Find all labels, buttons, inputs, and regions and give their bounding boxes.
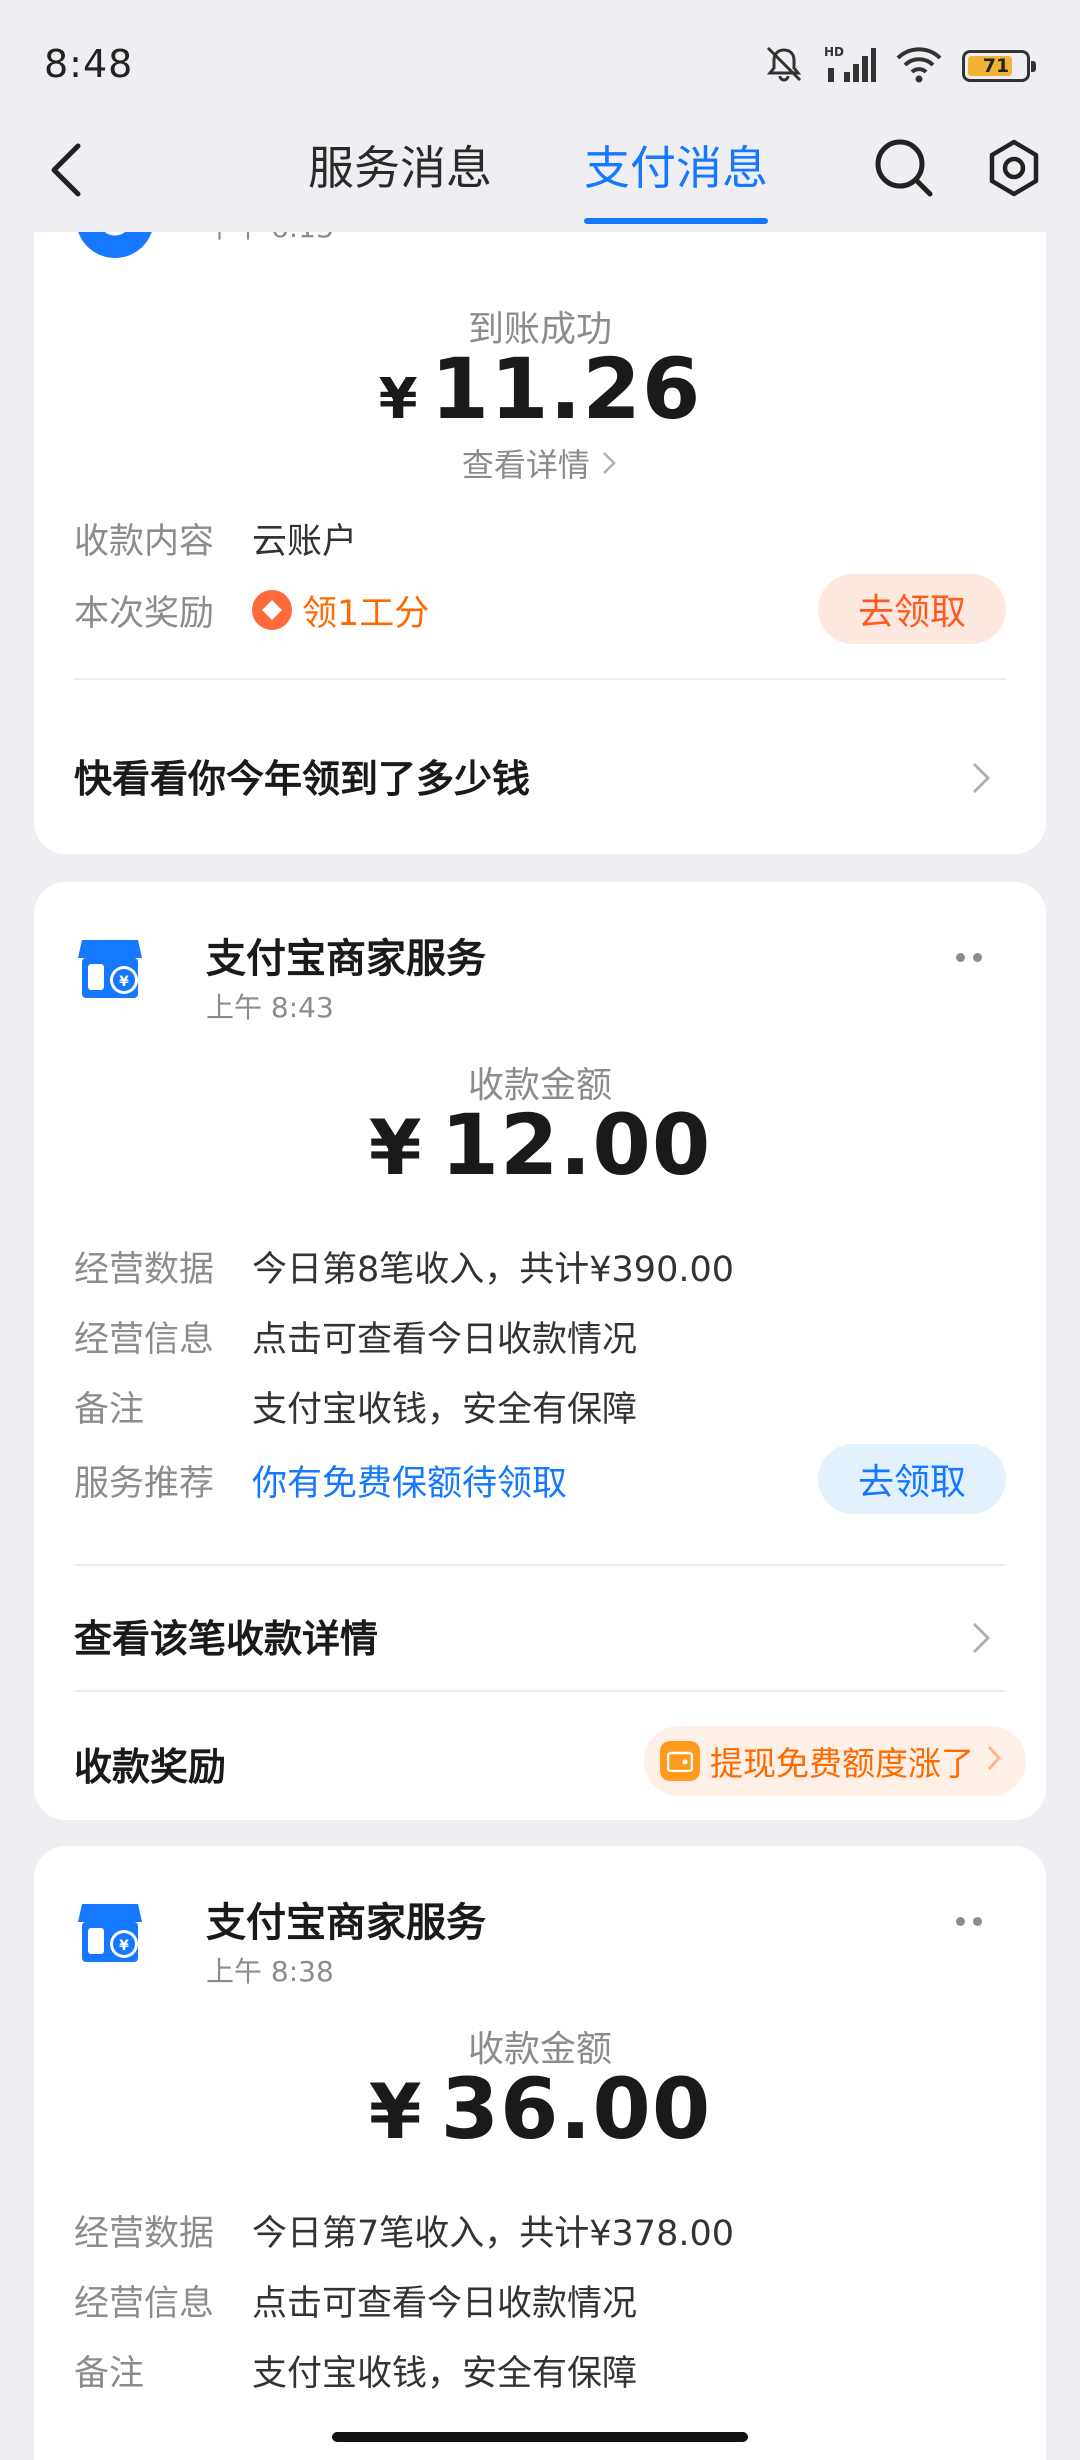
- row-label: 经营信息: [74, 2283, 215, 2324]
- row-label: 服务推荐: [74, 1463, 215, 1504]
- divider: [74, 1690, 1006, 1692]
- gear-icon[interactable]: [978, 128, 1050, 208]
- merchant-logo-icon: [74, 232, 152, 258]
- chevron-right-icon: [600, 446, 618, 484]
- info-row: 收款内容 云账户: [74, 510, 1006, 566]
- row-value: 支付宝收钱，安全有保障: [252, 1389, 638, 1430]
- amount-value: ¥36.00: [34, 2060, 1046, 2158]
- row-value: 点击可查看今日收款情况: [252, 2283, 638, 2324]
- message-time: 下午 6:13: [206, 232, 334, 246]
- row-value: 今日第8笔收入，共计¥390.00: [252, 1249, 735, 1290]
- receipt-detail-link[interactable]: 查看该笔收款详情: [74, 1600, 1006, 1670]
- info-row: 经营数据 今日第7笔收入，共计¥378.00: [74, 2202, 1006, 2258]
- chevron-right-icon: [966, 758, 996, 798]
- row-value: 支付宝收钱，安全有保障: [252, 2353, 638, 2394]
- row-value: 今日第7笔收入，共计¥378.00: [252, 2213, 735, 2254]
- link-label: 快看看你今年领到了多少钱: [74, 756, 531, 801]
- recommendation-link[interactable]: 你有免费保额待领取: [252, 1455, 567, 1506]
- row-label: 备注: [74, 2353, 145, 2394]
- message-card-payment-received[interactable]: 下午 6:13 到账成功 ¥11.26 查看详情 收款内容 云账户 本次奖励 领…: [34, 232, 1046, 854]
- amount-number: 12.00: [440, 1096, 712, 1194]
- amount-number: 11.26: [430, 340, 702, 438]
- claim-button[interactable]: 去领取: [817, 574, 1006, 644]
- row-label: 收款内容: [74, 521, 215, 562]
- divider: [74, 1564, 1006, 1566]
- row-label: 经营信息: [74, 1319, 215, 1360]
- battery-icon: 71: [962, 50, 1036, 82]
- info-row[interactable]: 经营信息 点击可查看今日收款情况: [74, 2272, 1006, 2328]
- reward-promo-text: 提现免费额度涨了: [710, 1744, 974, 1783]
- nav-bar: 服务消息 支付消息: [0, 120, 1080, 230]
- message-time: 上午 8:38: [206, 1955, 334, 1988]
- status-bar: 8:48 HD 71: [0, 0, 1080, 120]
- info-row: 备注 支付宝收钱，安全有保障: [74, 2342, 1006, 2398]
- svg-text:¥: ¥: [119, 1938, 129, 1954]
- link-label: 查看该笔收款详情: [74, 1616, 379, 1661]
- claim-button[interactable]: 去领取: [817, 1444, 1006, 1514]
- wallet-icon: [660, 1741, 700, 1781]
- reward-text: 领1工分: [302, 593, 430, 634]
- row-value: 云账户: [252, 521, 358, 562]
- info-row: 经营数据 今日第8笔收入，共计¥390.00: [74, 1238, 1006, 1294]
- message-card-merchant-receipt[interactable]: ¥ 支付宝商家服务 上午 8:43 收款金额 ¥12.00 经营数据 今日第8笔…: [34, 882, 1046, 1820]
- receipt-reward-row: 收款奖励 提现免费额度涨了: [74, 1726, 1026, 1798]
- home-indicator[interactable]: [332, 2432, 748, 2442]
- row-label: 备注: [74, 1389, 145, 1430]
- merchant-name: 支付宝商家服务: [206, 1900, 486, 1946]
- more-options-icon[interactable]: [944, 1906, 994, 1936]
- more-options-icon[interactable]: [944, 942, 994, 972]
- battery-level: 71: [982, 55, 1010, 77]
- mute-icon: [762, 44, 806, 88]
- info-row[interactable]: 经营信息 点击可查看今日收款情况: [74, 1308, 1006, 1364]
- annual-summary-link[interactable]: 快看看你今年领到了多少钱: [74, 740, 1006, 810]
- reward-label: 收款奖励: [74, 1744, 227, 1789]
- tab-payment-messages[interactable]: 支付消息: [584, 132, 768, 224]
- tab-payment-label: 支付消息: [584, 141, 768, 195]
- amount-value: ¥12.00: [34, 1096, 1046, 1194]
- merchant-store-icon: ¥: [74, 1896, 146, 1968]
- divider: [74, 678, 1006, 680]
- row-label: 经营数据: [74, 1249, 215, 1290]
- chevron-right-icon: [984, 1742, 1004, 1781]
- message-time: 上午 8:43: [206, 991, 334, 1024]
- active-tab-indicator: [584, 218, 768, 224]
- info-row: 服务推荐 你有免费保额待领取 去领取: [74, 1444, 1006, 1514]
- message-list[interactable]: 下午 6:13 到账成功 ¥11.26 查看详情 收款内容 云账户 本次奖励 领…: [0, 232, 1080, 2460]
- status-time: 8:48: [44, 42, 134, 86]
- svg-text:¥: ¥: [119, 974, 129, 990]
- row-value: 点击可查看今日收款情况: [252, 1319, 638, 1360]
- svg-text:HD: HD: [824, 45, 844, 59]
- status-icons: HD 71: [762, 44, 1036, 88]
- tab-service-messages[interactable]: 服务消息: [308, 132, 492, 224]
- merchant-name: 支付宝商家服务: [206, 936, 486, 982]
- reward-icon: [252, 590, 292, 630]
- info-row: 本次奖励 领1工分 去领取: [74, 574, 1006, 644]
- amount-value: ¥11.26: [34, 340, 1046, 438]
- reward-value: 领1工分: [252, 585, 429, 636]
- currency-symbol: ¥: [368, 1103, 423, 1192]
- currency-symbol: ¥: [378, 367, 419, 432]
- currency-symbol: ¥: [368, 2067, 423, 2156]
- search-icon[interactable]: [868, 128, 940, 208]
- message-card-merchant-receipt[interactable]: ¥ 支付宝商家服务 上午 8:38 收款金额 ¥36.00 经营数据 今日第7笔…: [34, 1846, 1046, 2460]
- chevron-right-icon: [966, 1618, 996, 1658]
- back-icon[interactable]: [40, 130, 92, 210]
- view-details-link[interactable]: 查看详情: [34, 440, 1046, 486]
- reward-promo-button[interactable]: 提现免费额度涨了: [644, 1726, 1026, 1796]
- info-row: 备注 支付宝收钱，安全有保障: [74, 1378, 1006, 1434]
- signal-icon: HD: [824, 44, 876, 88]
- view-details-label: 查看详情: [461, 446, 590, 484]
- row-label: 本次奖励: [74, 593, 215, 634]
- amount-number: 36.00: [440, 2060, 712, 2158]
- wifi-icon: [894, 44, 944, 88]
- merchant-store-icon: ¥: [74, 932, 146, 1004]
- row-label: 经营数据: [74, 2213, 215, 2254]
